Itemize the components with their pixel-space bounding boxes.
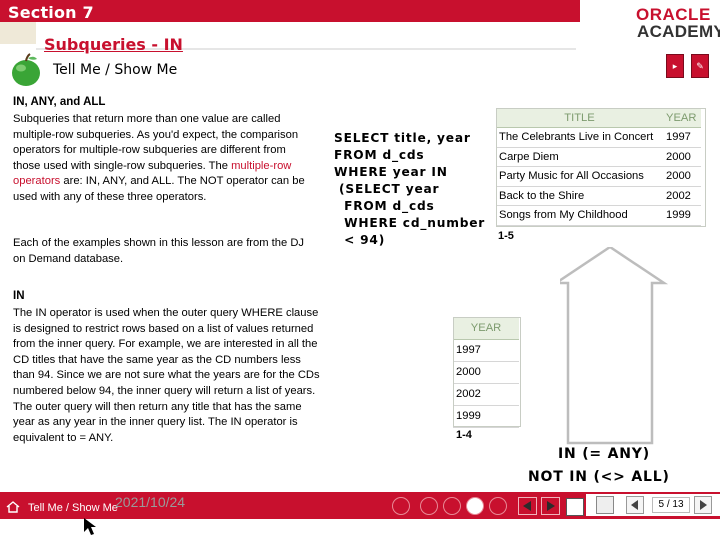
cell-title: The Celebrants Live in Concert (496, 127, 663, 148)
text-line: is designed to restrict rows based on a … (13, 322, 314, 335)
sql-line: WHERE cd_number (334, 216, 486, 230)
table-row: The Celebrants Live in Concert 1997 (496, 127, 701, 148)
table-row: Party Music for All Occasions 2000 (496, 166, 701, 187)
text-line: operators are: IN, ANY, and ALL. The NOT… (13, 174, 331, 190)
cell-year: 2002 (663, 186, 701, 206)
cell-year: 1997 (663, 127, 701, 148)
years-table: YEAR 1997 2000 2002 1999 (453, 317, 519, 428)
not-in-equivalence: NOT IN (<> ALL) (528, 469, 670, 485)
sql-line: (SELECT year (334, 182, 440, 196)
column-header-title: TITLE (496, 108, 663, 128)
in-equivalence: IN (= ANY) (558, 446, 650, 462)
text-line: The IN operator is used when the outer q… (13, 307, 319, 319)
sql-query: SELECT title, year FROM d_cds WHERE year I… (334, 130, 485, 249)
cell-year: 1999 (453, 405, 519, 428)
table-row: 1997 (453, 339, 519, 362)
text-line: those used with single-row subqueries. T… (13, 159, 331, 175)
in-heading: IN (13, 290, 25, 302)
cell-year: 2000 (663, 147, 701, 167)
cell-title: Party Music for All Occasions (496, 166, 663, 187)
text-line: on Demand database. (13, 252, 124, 265)
text-span: are: IN, ANY, and ALL. The NOT operator … (60, 175, 305, 188)
column-header-year: YEAR (663, 108, 701, 128)
prev-slide-button[interactable] (518, 497, 537, 515)
text-line: CD titles that have the same year as the… (13, 353, 301, 366)
apple-icon (12, 53, 40, 86)
years-row-range: 1-4 (456, 429, 472, 441)
table-row: 2000 (453, 361, 519, 384)
page-indicator: 5 / 13 (652, 497, 690, 513)
intro-paragraph: Subqueries that return more than one val… (13, 112, 331, 206)
footer-date: 2021/10/24 (115, 494, 186, 510)
footer-label: Tell Me / Show Me (28, 502, 118, 514)
cell-year: 2000 (663, 166, 701, 187)
next-slide-button[interactable] (541, 497, 560, 515)
section-title: Section 7 (8, 3, 94, 22)
intro-heading: IN, ANY, and ALL (13, 96, 106, 108)
intro-paragraph-2: Each of the examples shown in this lesso… (13, 236, 331, 267)
text-line: The outer query will then return any tit… (13, 400, 302, 413)
cell-title: Songs from My Childhood (496, 205, 663, 226)
text-line: numbered below 94, the inner query will … (13, 384, 316, 397)
replay-icon[interactable] (466, 497, 484, 515)
settings-icon[interactable] (420, 497, 438, 515)
table-row: Back to the Shire 2002 (496, 186, 701, 206)
highlight-term: multiple-row (231, 159, 292, 172)
table-row: 1999 (453, 405, 519, 428)
text-line: year as any year in the inner query list… (13, 416, 298, 429)
cell-year: 2002 (453, 383, 519, 406)
text-line: used with any of these three operators. (13, 190, 207, 203)
sql-line: < 94) (334, 233, 386, 247)
index-button[interactable] (392, 497, 410, 515)
sql-line: WHERE year IN (334, 165, 448, 179)
page-title: Subqueries - IN (44, 35, 183, 54)
print-icon[interactable] (596, 496, 614, 514)
pen-tool-button[interactable]: ✎ (691, 54, 709, 78)
page-prev-button[interactable] (626, 496, 644, 514)
cell-year: 1997 (453, 339, 519, 362)
table-row: 2002 (453, 383, 519, 406)
column-header-year: YEAR (453, 317, 519, 340)
text-line: Subqueries that return more than one val… (13, 113, 281, 125)
cursor-tool-button[interactable]: ▸ (666, 54, 684, 78)
pen-icon: ✎ (696, 61, 704, 71)
text-line: from the inner query. For example, we ar… (13, 338, 318, 351)
page-next-button[interactable] (694, 496, 712, 514)
mouse-cursor-icon (84, 518, 96, 535)
window-icon[interactable] (566, 498, 584, 516)
table-row: Carpe Diem 2000 (496, 147, 701, 167)
text-line: operators for multiple-row subqueries ar… (13, 144, 286, 157)
sql-line: SELECT title, year (334, 131, 471, 145)
cell-year: 1999 (663, 205, 701, 226)
pointer-icon: ▸ (672, 61, 678, 71)
chevron-right-icon (700, 500, 707, 510)
table-header-row: TITLE YEAR (496, 108, 701, 128)
header-left-strip (0, 22, 36, 44)
cell-title: Back to the Shire (496, 186, 663, 206)
up-arrow-icon (560, 247, 669, 445)
sql-line: FROM d_cds (334, 148, 425, 162)
table-header-row: YEAR (453, 317, 519, 340)
volume-icon[interactable] (443, 497, 461, 515)
sql-line: FROM d_cds (334, 199, 435, 213)
text-line: equivalent to = ANY. (13, 431, 114, 444)
triangle-left-icon (523, 501, 531, 511)
home-icon[interactable] (6, 500, 20, 514)
results-row-range: 1-5 (498, 230, 514, 242)
triangle-right-icon (547, 501, 555, 511)
text-line: multiple-row subqueries. As you'd expect… (13, 128, 299, 141)
cell-title: Carpe Diem (496, 147, 663, 167)
cell-year: 2000 (453, 361, 519, 384)
table-row: Songs from My Childhood 1999 (496, 205, 701, 226)
tell-me-show-me-heading: Tell Me / Show Me (53, 62, 178, 78)
results-table: TITLE YEAR The Celebrants Live in Concer… (496, 108, 701, 226)
text-line: Each of the examples shown in this lesso… (13, 237, 305, 249)
text-span: those used with single-row subqueries. T… (13, 159, 232, 172)
record-icon[interactable] (489, 497, 507, 515)
chevron-left-icon (631, 500, 638, 510)
brand-logo-academy: ACADEMY (637, 22, 720, 41)
in-paragraph: The IN operator is used when the outer q… (13, 306, 333, 446)
highlight-term: operators (13, 175, 61, 188)
text-line: than 94. Since we are not sure what the … (13, 369, 320, 382)
